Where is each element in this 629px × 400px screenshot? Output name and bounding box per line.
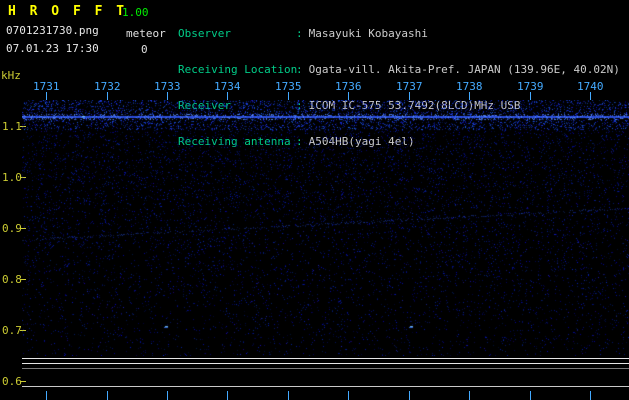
bottom-time-tick: [530, 391, 531, 400]
time-tick: [107, 92, 108, 100]
output-filename: 0701231730.png: [6, 24, 99, 37]
signal-trace-line: [22, 386, 629, 387]
signal-trace-line: [22, 368, 629, 369]
app-version: 1.00: [122, 6, 149, 19]
time-tick: [590, 92, 591, 100]
time-tick: [288, 92, 289, 100]
time-tick: [227, 92, 228, 100]
info-separator: :: [296, 27, 303, 40]
info-label: Observer: [178, 27, 231, 40]
signal-trace-line: [22, 358, 629, 359]
freq-label: 0.8: [2, 273, 22, 286]
time-tick: [469, 92, 470, 100]
bottom-time-tick: [107, 391, 108, 400]
info-value: Ogata-vill. Akita-Pref. JAPAN (139.96E, …: [308, 63, 620, 76]
freq-label: 0.6: [2, 375, 22, 388]
bottom-time-tick: [227, 391, 228, 400]
signal-trace-line: [22, 363, 629, 364]
mode-label: meteor: [126, 27, 166, 40]
bottom-time-tick: [46, 391, 47, 400]
freq-label: 1.0: [2, 171, 22, 184]
time-tick: [530, 92, 531, 100]
time-tick: [167, 92, 168, 100]
info-label: Receiving Location: [178, 63, 298, 76]
time-tick: [409, 92, 410, 100]
info-separator: :: [296, 63, 303, 76]
bottom-time-tick: [348, 391, 349, 400]
freq-label: 0.9: [2, 222, 22, 235]
bottom-time-tick: [590, 391, 591, 400]
freq-label: 0.7: [2, 324, 22, 337]
bottom-time-tick: [409, 391, 410, 400]
time-tick: [46, 92, 47, 100]
bottom-time-tick: [469, 391, 470, 400]
freq-tick: [20, 381, 26, 382]
freq-label: 1.1: [2, 120, 22, 133]
app-title: H R O F F T: [8, 4, 128, 19]
info-row-location: Receiving Location: Ogata-vill. Akita-Pre…: [178, 64, 620, 76]
bottom-time-tick: [288, 391, 289, 400]
bottom-time-tick: [167, 391, 168, 400]
time-tick: [348, 92, 349, 100]
info-value: Masayuki Kobayashi: [308, 27, 428, 40]
y-axis-unit: kHz: [1, 69, 21, 82]
info-row-observer: Observer: Masayuki Kobayashi: [178, 28, 620, 40]
datetime-label: 07.01.23 17:30: [6, 42, 99, 55]
spectrogram-canvas: [22, 100, 629, 356]
meteor-count: 0: [141, 43, 148, 56]
